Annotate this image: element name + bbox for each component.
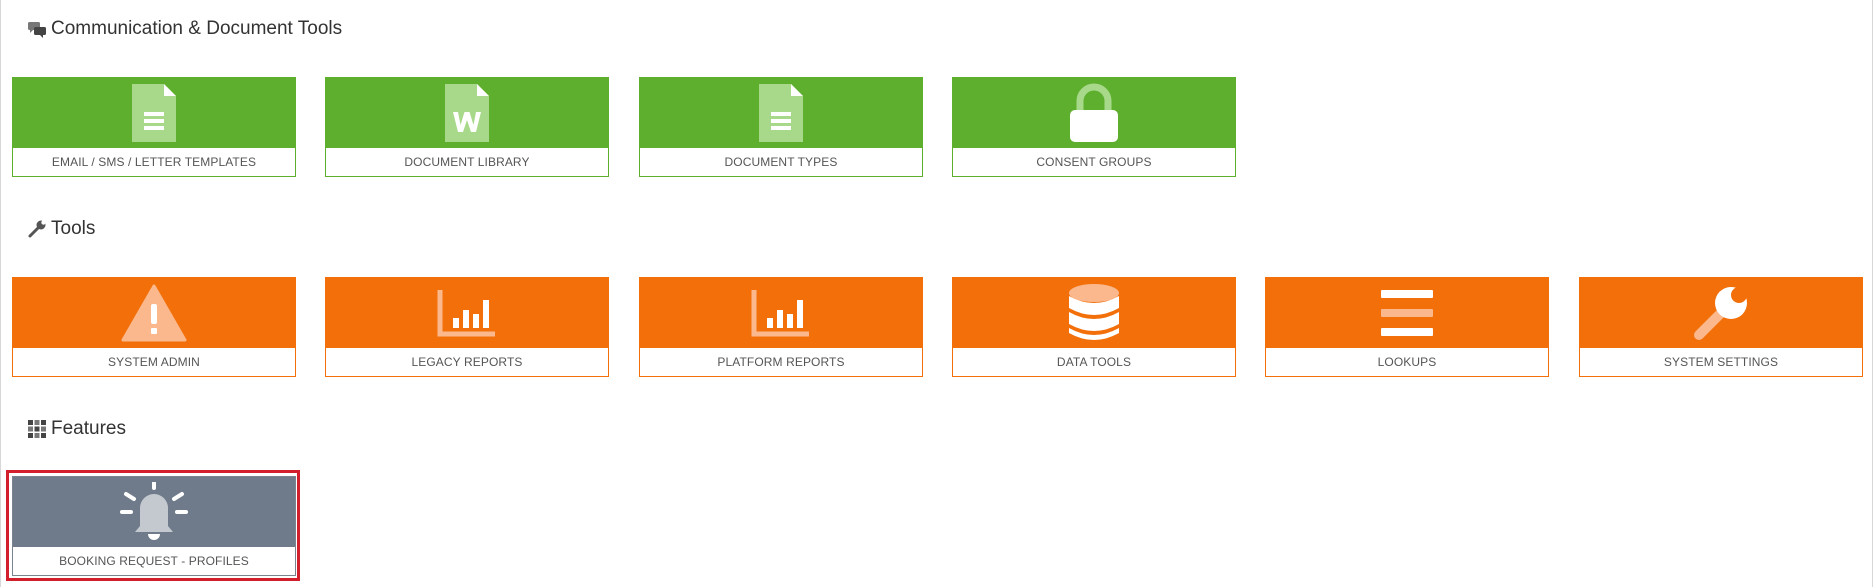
tile-booking-request-profiles[interactable]: BOOKING REQUEST - PROFILES <box>12 476 296 576</box>
section-title-communication: Communication & Document Tools <box>27 18 342 40</box>
tile-lookups[interactable]: LOOKUPS <box>1265 277 1549 377</box>
tile-label: SYSTEM SETTINGS <box>1663 355 1779 369</box>
bell-icon <box>118 482 190 542</box>
bar-chart-icon <box>751 288 811 338</box>
right-border <box>1872 0 1873 587</box>
wrench-icon <box>1691 283 1751 343</box>
tile-label: CONSENT GROUPS <box>1036 155 1152 169</box>
grid-icon <box>27 419 47 439</box>
tile-label: PLATFORM REPORTS <box>717 355 845 369</box>
tile-label: LOOKUPS <box>1377 355 1437 369</box>
tile-label: DOCUMENT TYPES <box>724 155 838 169</box>
wrench-icon <box>27 219 47 239</box>
tile-consent-groups[interactable]: CONSENT GROUPS <box>952 77 1236 177</box>
tile-system-admin[interactable]: SYSTEM ADMIN <box>12 277 296 377</box>
left-border <box>0 0 1 587</box>
tile-label: BOOKING REQUEST - PROFILES <box>59 554 249 568</box>
bar-chart-icon <box>437 288 497 338</box>
tile-label: SYSTEM ADMIN <box>108 355 200 369</box>
tile-legacy-reports[interactable]: LEGACY REPORTS <box>325 277 609 377</box>
tile-label: DOCUMENT LIBRARY <box>404 155 530 169</box>
warning-icon <box>121 284 187 342</box>
lock-icon <box>1068 83 1120 143</box>
tile-document-types[interactable]: DOCUMENT TYPES <box>639 77 923 177</box>
list-icon <box>1381 290 1433 336</box>
document-lines-icon <box>759 84 803 142</box>
tile-platform-reports[interactable]: PLATFORM REPORTS <box>639 277 923 377</box>
section-title-text: Tools <box>51 218 96 239</box>
word-document-icon <box>445 84 489 142</box>
section-title-text: Features <box>51 418 126 439</box>
section-title-features: Features <box>27 418 126 440</box>
tile-system-settings[interactable]: SYSTEM SETTINGS <box>1579 277 1863 377</box>
document-lines-icon <box>132 84 176 142</box>
tile-label: LEGACY REPORTS <box>411 355 523 369</box>
database-icon <box>1067 283 1121 343</box>
tile-label: EMAIL / SMS / LETTER TEMPLATES <box>51 155 257 169</box>
chat-bubbles-icon <box>27 19 47 39</box>
section-title-text: Communication & Document Tools <box>51 18 343 39</box>
section-title-tools: Tools <box>27 218 95 240</box>
tile-label: DATA TOOLS <box>1056 355 1132 369</box>
tile-email-sms-letter-templates[interactable]: EMAIL / SMS / LETTER TEMPLATES <box>12 77 296 177</box>
tile-document-library[interactable]: DOCUMENT LIBRARY <box>325 77 609 177</box>
tile-data-tools[interactable]: DATA TOOLS <box>952 277 1236 377</box>
